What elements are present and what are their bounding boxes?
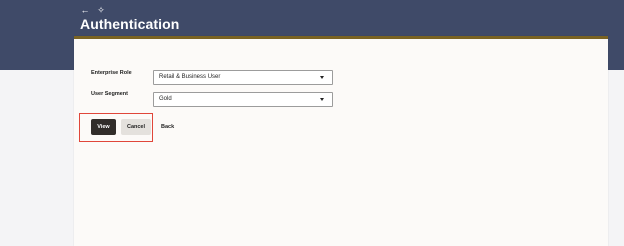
chevron-down-icon — [320, 76, 324, 79]
user-segment-label: User Segment — [91, 91, 128, 97]
pin-icon[interactable]: ✧ — [96, 5, 106, 15]
user-segment-value: Gold — [159, 96, 172, 102]
enterprise-role-select[interactable]: Retail & Business User — [153, 70, 333, 85]
back-link[interactable]: Back — [161, 119, 174, 135]
chevron-down-icon — [320, 98, 324, 101]
user-segment-select[interactable]: Gold — [153, 92, 333, 107]
enterprise-role-value: Retail & Business User — [159, 74, 221, 80]
cancel-button[interactable]: Cancel — [121, 119, 151, 135]
header-icons: ← ✧ — [80, 5, 106, 15]
view-button[interactable]: View — [91, 119, 116, 135]
form-card — [74, 36, 608, 246]
enterprise-role-label: Enterprise Role — [91, 70, 132, 76]
back-arrow-icon[interactable]: ← — [80, 5, 90, 15]
page-title: Authentication — [80, 16, 180, 32]
